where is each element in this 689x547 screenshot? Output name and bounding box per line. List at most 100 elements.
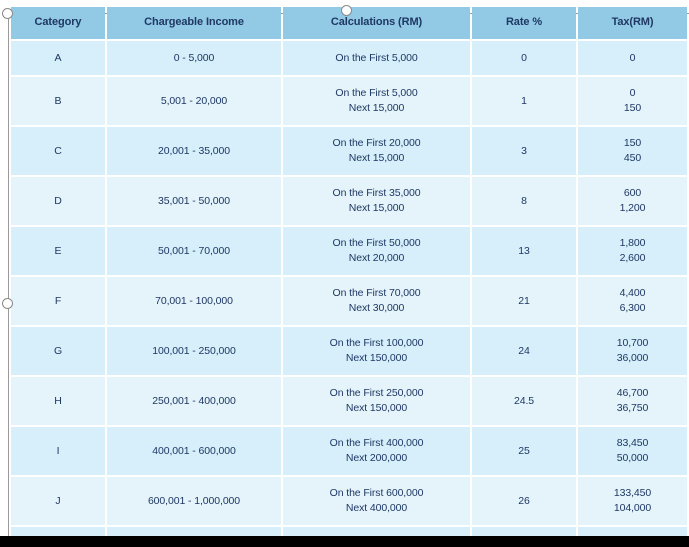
cell-tax: 0 xyxy=(578,41,687,75)
cell-tax-line-2: 2,600 xyxy=(619,252,646,264)
cell-rate: 21 xyxy=(472,277,576,325)
cell-rate: 24 xyxy=(472,327,576,375)
cell-chargeable-income: 100,001 - 250,000 xyxy=(107,327,281,375)
cell-tax-line-2: 6,300 xyxy=(619,302,646,314)
document-canvas: Category Chargeable Income Calculations … xyxy=(0,0,689,547)
cell-category: F xyxy=(11,277,105,325)
cell-calculations-line-2: Next 15,000 xyxy=(348,152,405,164)
cell-tax: 150 450 xyxy=(578,127,687,175)
cell-chargeable-income: 70,001 - 100,000 xyxy=(107,277,281,325)
table-row: C 20,001 - 35,000 On the First 20,000 Next … xyxy=(11,127,687,175)
cell-calculations-line-2: Next 150,000 xyxy=(345,352,408,364)
cell-tax: 600 1,200 xyxy=(578,177,687,225)
cell-calculations-line-1: On the First 35,000 xyxy=(332,187,421,200)
cell-tax: 4,400 6,300 xyxy=(578,277,687,325)
cell-tax-line-1: 0 xyxy=(629,87,636,100)
cell-calculations-line-1: On the First 600,000 xyxy=(329,487,424,500)
selection-handle-top-left[interactable] xyxy=(2,8,13,19)
cell-category: J xyxy=(11,477,105,525)
cell-calculations-line-2: Next 400,000 xyxy=(345,502,408,514)
cell-calculations-line-2: Next 150,000 xyxy=(345,402,408,414)
table-row: I 400,001 - 600,000 On the First 400,000 Ne… xyxy=(11,427,687,475)
cell-chargeable-income: 50,001 - 70,000 xyxy=(107,227,281,275)
tax-rate-table: Category Chargeable Income Calculations … xyxy=(9,5,689,547)
cell-rate: 24.5 xyxy=(472,377,576,425)
cell-rate: 25 xyxy=(472,427,576,475)
cell-tax-line-1: 600 xyxy=(623,187,642,200)
selection-handle-top-center[interactable] xyxy=(341,5,352,16)
cell-calculations-line-2: Next 200,000 xyxy=(345,452,408,464)
cell-tax-line-1: 83,450 xyxy=(616,437,649,450)
cell-calculations-line-1: On the First 50,000 xyxy=(332,237,421,250)
cell-calculations-line-2: Next 20,000 xyxy=(348,252,405,264)
cell-tax-line-2: 50,000 xyxy=(616,452,649,464)
cell-calculations-line-1: On the First 70,000 xyxy=(332,287,421,300)
cell-calculations-line-1: On the First 5,000 xyxy=(335,51,418,64)
cell-tax-line-2: 1,200 xyxy=(619,202,646,214)
table-row: J 600,001 - 1,000,000 On the First 600,000… xyxy=(11,477,687,525)
table-row: B 5,001 - 20,000 On the First 5,000 Next 15… xyxy=(11,77,687,125)
selection-handle-middle-left[interactable] xyxy=(2,298,13,309)
cell-rate: 26 xyxy=(472,477,576,525)
cell-calculations: On the First 250,000 Next 150,000 xyxy=(283,377,470,425)
column-header-chargeable-income: Chargeable Income xyxy=(107,7,281,39)
column-header-rate: Rate % xyxy=(472,7,576,39)
cell-calculations: On the First 5,000 xyxy=(283,41,470,75)
cell-tax: 1,800 2,600 xyxy=(578,227,687,275)
cell-calculations-line-2: Next 15,000 xyxy=(348,102,405,114)
cell-calculations: On the First 5,000 Next 15,000 xyxy=(283,77,470,125)
cell-tax-line-1: 150 xyxy=(623,137,642,150)
cell-tax: 0 150 xyxy=(578,77,687,125)
cell-category: G xyxy=(11,327,105,375)
cell-category: E xyxy=(11,227,105,275)
cell-tax: 10,700 36,000 xyxy=(578,327,687,375)
cell-calculations-line-1: On the First 5,000 xyxy=(335,87,418,100)
cell-chargeable-income: 35,001 - 50,000 xyxy=(107,177,281,225)
cell-rate: 13 xyxy=(472,227,576,275)
table-row: F 70,001 - 100,000 On the First 70,000 Next… xyxy=(11,277,687,325)
cell-tax-line-2: 450 xyxy=(623,152,642,164)
cell-calculations-line-1: On the First 250,000 xyxy=(329,387,424,400)
cell-chargeable-income: 400,001 - 600,000 xyxy=(107,427,281,475)
cell-tax-line-1: 46,700 xyxy=(616,387,649,400)
cell-tax-line-1: 133,450 xyxy=(613,487,652,500)
cell-tax-line-1: 10,700 xyxy=(616,337,649,350)
column-header-tax: Tax(RM) xyxy=(578,7,687,39)
cell-calculations: On the First 100,000 Next 150,000 xyxy=(283,327,470,375)
cell-rate: 1 xyxy=(472,77,576,125)
cell-calculations: On the First 400,000 Next 200,000 xyxy=(283,427,470,475)
cell-calculations-line-2: Next 15,000 xyxy=(348,202,405,214)
cell-calculations-line-2: Next 30,000 xyxy=(348,302,405,314)
cell-tax: 83,450 50,000 xyxy=(578,427,687,475)
cell-tax-line-2: 36,000 xyxy=(616,352,649,364)
cell-category: A xyxy=(11,41,105,75)
cell-calculations: On the First 600,000 Next 400,000 xyxy=(283,477,470,525)
cell-tax-line-2: 36,750 xyxy=(616,402,649,414)
viewport-bottom-bar xyxy=(0,536,689,547)
cell-tax-line-1: 4,400 xyxy=(619,287,646,300)
cell-calculations-line-1: On the First 20,000 xyxy=(332,137,421,150)
cell-calculations: On the First 35,000 Next 15,000 xyxy=(283,177,470,225)
cell-chargeable-income: 250,001 - 400,000 xyxy=(107,377,281,425)
cell-chargeable-income: 20,001 - 35,000 xyxy=(107,127,281,175)
cell-category: B xyxy=(11,77,105,125)
table-body: A0 - 5,000 On the First 5,000 0 0 B 5,001 - 2… xyxy=(11,41,687,547)
cell-calculations: On the First 50,000 Next 20,000 xyxy=(283,227,470,275)
table-row: H 250,001 - 400,000 On the First 250,000 Ne… xyxy=(11,377,687,425)
table-row: D 35,001 - 50,000 On the First 35,000 Next … xyxy=(11,177,687,225)
column-header-category: Category xyxy=(11,7,105,39)
cell-chargeable-income: 600,001 - 1,000,000 xyxy=(107,477,281,525)
cell-calculations: On the First 20,000 Next 15,000 xyxy=(283,127,470,175)
cell-rate: 3 xyxy=(472,127,576,175)
cell-tax: 133,450 104,000 xyxy=(578,477,687,525)
cell-chargeable-income: 5,001 - 20,000 xyxy=(107,77,281,125)
cell-calculations: On the First 70,000 Next 30,000 xyxy=(283,277,470,325)
cell-rate: 8 xyxy=(472,177,576,225)
table-row: G 100,001 - 250,000 On the First 100,000 Ne… xyxy=(11,327,687,375)
column-header-calculations: Calculations (RM) xyxy=(283,7,470,39)
table-row: A0 - 5,000 On the First 5,000 0 0 xyxy=(11,41,687,75)
cell-category: H xyxy=(11,377,105,425)
cell-category: C xyxy=(11,127,105,175)
cell-category: I xyxy=(11,427,105,475)
cell-tax-line-1: 0 xyxy=(629,51,636,64)
